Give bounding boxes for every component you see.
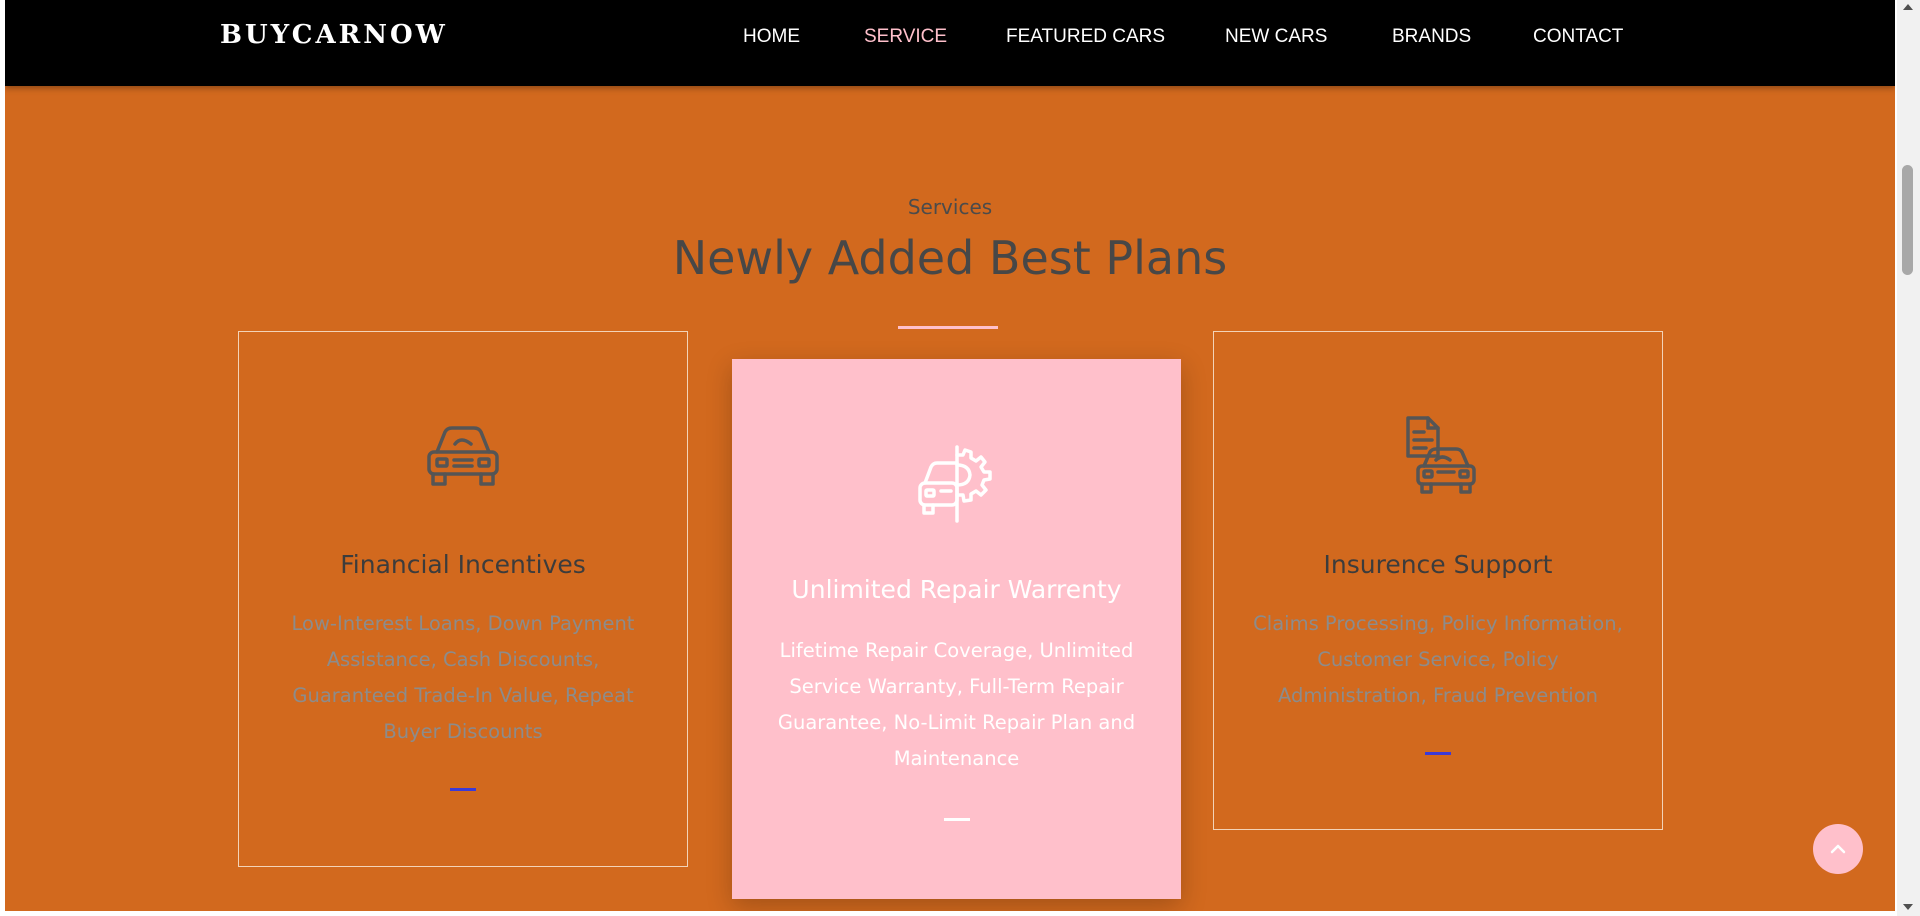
section-subtitle: Services: [907, 195, 993, 219]
card-title: Insurence Support: [1323, 550, 1553, 579]
card-dash: [450, 788, 476, 791]
nav-item-service[interactable]: SERVICE: [864, 26, 947, 48]
service-card-insurance[interactable]: Insurence Support Claims Processing, Pol…: [1213, 331, 1663, 830]
navbar: BUYCARNOW HOME SERVICE FEATURED CARS NEW…: [5, 0, 1895, 86]
car-gear-icon: [917, 445, 992, 523]
scroll-up-arrow-icon[interactable]: [1903, 4, 1913, 10]
section-title: Newly Added Best Plans: [672, 231, 1228, 285]
page-scrollbar[interactable]: [1897, 0, 1920, 916]
card-description: Lifetime Repair Coverage, Unlimited Serv…: [777, 639, 1136, 770]
nav-item-new-cars[interactable]: NEW CARS: [1225, 26, 1327, 48]
card-description: Low-Interest Loans, Down Payment Assista…: [291, 612, 635, 743]
nav-item-brands[interactable]: BRANDS: [1392, 26, 1471, 48]
page: BUYCARNOW HOME SERVICE FEATURED CARS NEW…: [5, 0, 1895, 911]
service-card-financial[interactable]: Financial Incentives Low-Interest Loans,…: [238, 331, 688, 867]
car-document-icon: [1406, 416, 1476, 494]
nav-item-featured-cars[interactable]: FEATURED CARS: [1006, 26, 1165, 48]
service-card-repair-warranty[interactable]: Unlimited Repair Warrenty Lifetime Repai…: [732, 359, 1181, 899]
scroll-top-button[interactable]: [1813, 824, 1863, 874]
nav-menu: HOME SERVICE FEATURED CARS NEW CARS BRAN…: [5, 0, 1895, 86]
card-dash: [1425, 752, 1451, 755]
card-title: Unlimited Repair Warrenty: [791, 575, 1122, 604]
nav-item-contact[interactable]: CONTACT: [1533, 26, 1623, 48]
chevron-up-icon: [1830, 844, 1846, 854]
title-underline: [898, 326, 998, 329]
scroll-down-arrow-icon[interactable]: [1903, 904, 1913, 910]
scrollbar-thumb[interactable]: [1902, 165, 1913, 275]
card-title: Financial Incentives: [340, 550, 586, 579]
car-icon: [427, 426, 499, 486]
card-dash: [943, 818, 970, 821]
nav-item-home[interactable]: HOME: [743, 26, 800, 48]
card-description: Claims Processing, Policy Information, C…: [1253, 612, 1623, 707]
